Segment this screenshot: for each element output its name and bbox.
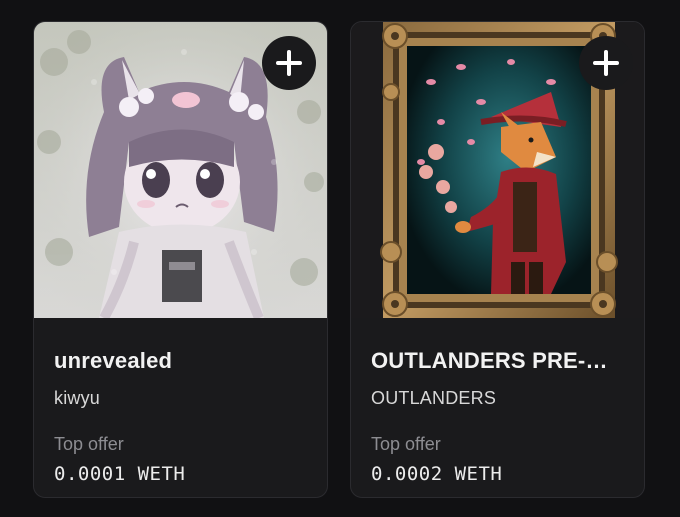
nft-card-grid: unrevealed kiwyu Top offer 0.0001 WETH O… (33, 21, 647, 501)
top-offer-value: 0.0001 WETH (54, 463, 186, 485)
add-to-cart-button[interactable] (262, 36, 316, 90)
top-offer-label: Top offer (371, 434, 441, 454)
nft-thumbnail[interactable] (34, 22, 327, 318)
top-offer-value: 0.0002 WETH (371, 463, 503, 485)
nft-info: OUTLANDERS PRE-… OUTLANDERS Top offer 0.… (371, 318, 628, 485)
nft-title[interactable]: OUTLANDERS PRE-… (371, 348, 628, 374)
plus-icon (593, 50, 619, 76)
add-to-cart-button[interactable] (579, 36, 633, 90)
nft-card[interactable]: unrevealed kiwyu Top offer 0.0001 WETH (33, 21, 328, 498)
collection-name[interactable]: OUTLANDERS (371, 388, 628, 409)
top-offer-label: Top offer (54, 434, 124, 454)
plus-icon (276, 50, 302, 76)
nft-title[interactable]: unrevealed (54, 348, 311, 374)
nft-thumbnail[interactable] (351, 22, 644, 318)
nft-info: unrevealed kiwyu Top offer 0.0001 WETH (54, 318, 311, 485)
collection-name[interactable]: kiwyu (54, 388, 311, 409)
nft-card[interactable]: OUTLANDERS PRE-… OUTLANDERS Top offer 0.… (350, 21, 645, 498)
